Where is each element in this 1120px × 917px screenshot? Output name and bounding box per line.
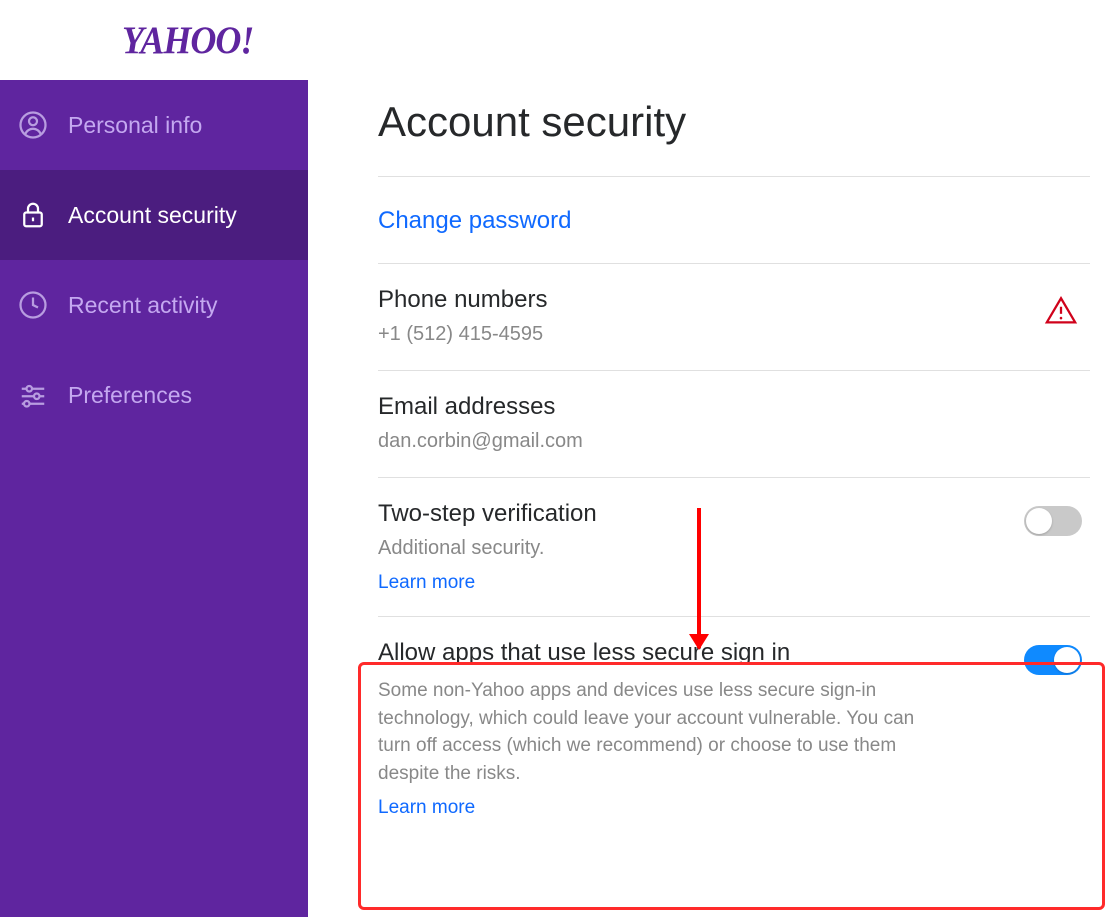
sidebar-item-account-security[interactable]: Account security bbox=[0, 170, 308, 260]
less-secure-desc: Some non-Yahoo apps and devices use less… bbox=[378, 677, 938, 787]
twostep-learn-more-link[interactable]: Learn more bbox=[378, 572, 475, 594]
sidebar-item-label: Account security bbox=[68, 202, 237, 229]
email-title: Email addresses bbox=[378, 393, 1090, 421]
sidebar-item-preferences[interactable]: Preferences bbox=[0, 350, 308, 440]
person-icon bbox=[18, 110, 48, 140]
twostep-sub: Additional security. bbox=[378, 534, 1090, 562]
section-two-step-verification: Two-step verification Additional securit… bbox=[378, 478, 1090, 617]
section-email-addresses[interactable]: Email addresses dan.corbin@gmail.com bbox=[378, 371, 1090, 478]
warning-icon bbox=[1044, 294, 1078, 333]
sidebar-item-label: Preferences bbox=[68, 382, 192, 409]
logo: YAHOO! bbox=[0, 0, 308, 80]
sidebar-item-personal-info[interactable]: Personal info bbox=[0, 80, 308, 170]
main-content: Account security Change password Phone n… bbox=[308, 0, 1120, 917]
sliders-icon bbox=[18, 380, 48, 410]
phone-title: Phone numbers bbox=[378, 286, 1090, 314]
email-value: dan.corbin@gmail.com bbox=[378, 427, 1090, 455]
change-password-link[interactable]: Change password bbox=[378, 207, 571, 234]
section-less-secure-apps: Allow apps that use less secure sign in … bbox=[378, 617, 1090, 859]
less-secure-toggle[interactable] bbox=[1024, 645, 1082, 675]
lock-icon bbox=[18, 200, 48, 230]
annotation-arrow bbox=[697, 508, 701, 648]
sidebar-item-label: Recent activity bbox=[68, 292, 218, 319]
sidebar-item-label: Personal info bbox=[68, 112, 202, 139]
page-title: Account security bbox=[378, 98, 1090, 146]
less-secure-title: Allow apps that use less secure sign in bbox=[378, 639, 1090, 667]
sidebar: YAHOO! Personal info Account security Re… bbox=[0, 0, 308, 917]
less-secure-learn-more-link[interactable]: Learn more bbox=[378, 797, 475, 819]
sidebar-item-recent-activity[interactable]: Recent activity bbox=[0, 260, 308, 350]
section-phone-numbers[interactable]: Phone numbers +1 (512) 415-4595 bbox=[378, 264, 1090, 371]
phone-value: +1 (512) 415-4595 bbox=[378, 320, 1090, 348]
clock-icon bbox=[18, 290, 48, 320]
twostep-toggle[interactable] bbox=[1024, 506, 1082, 536]
twostep-title: Two-step verification bbox=[378, 500, 1090, 528]
section-change-password: Change password bbox=[378, 177, 1090, 264]
